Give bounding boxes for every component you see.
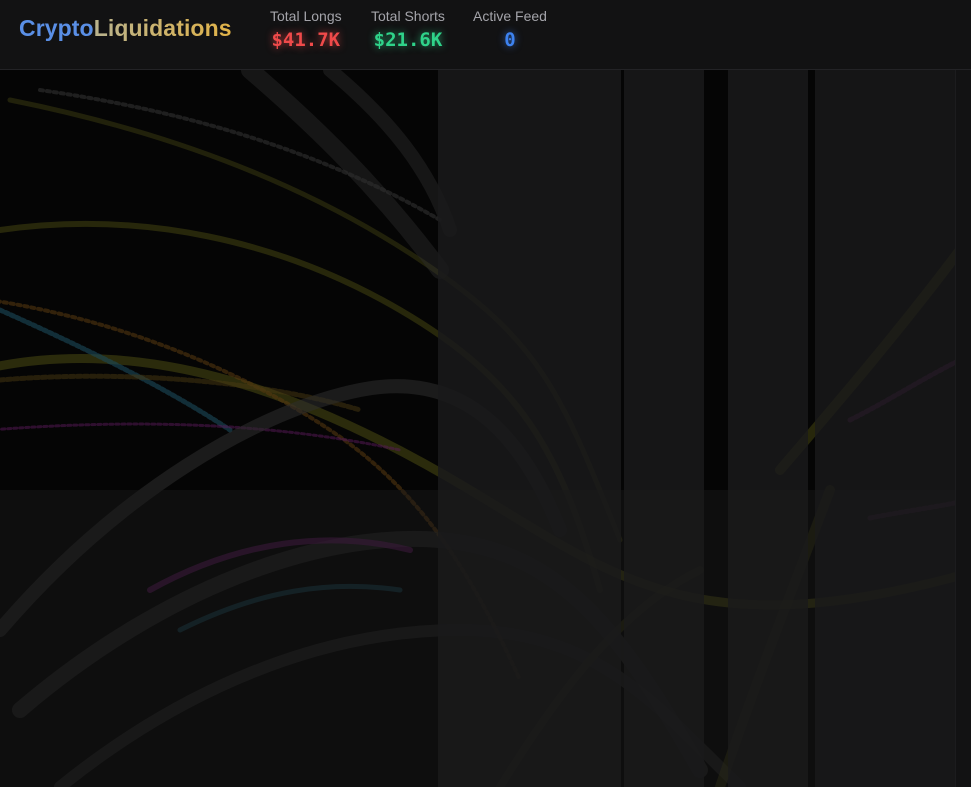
app-logo[interactable]: CryptoLiquidations [19, 15, 232, 42]
stat-total-shorts: Total Shorts $21.6K [371, 8, 445, 53]
column-overlay-bottom [0, 490, 955, 787]
stat-total-longs-value: $41.7K [271, 29, 341, 51]
stat-total-longs: Total Longs $41.7K [270, 8, 342, 53]
app-root: CryptoLiquidations Total Longs $41.7K To… [0, 0, 971, 787]
liquidation-stream-canvas[interactable] [0, 70, 971, 787]
stat-total-shorts-label: Total Shorts [371, 8, 445, 24]
logo-part-liquidations: Liquidations [93, 15, 232, 41]
stream-path [241, 70, 449, 279]
header-bar: CryptoLiquidations Total Longs $41.7K To… [0, 0, 971, 70]
page-scrollbar[interactable] [955, 70, 971, 787]
logo-part-crypto: Crypto [19, 15, 94, 41]
stat-active-feed-value: 0 [504, 29, 516, 51]
stat-total-longs-label: Total Longs [270, 8, 342, 24]
stat-active-feed: Active Feed 0 [473, 8, 547, 53]
stat-active-feed-label: Active Feed [473, 8, 547, 24]
stat-total-shorts-value: $21.6K [373, 29, 443, 51]
